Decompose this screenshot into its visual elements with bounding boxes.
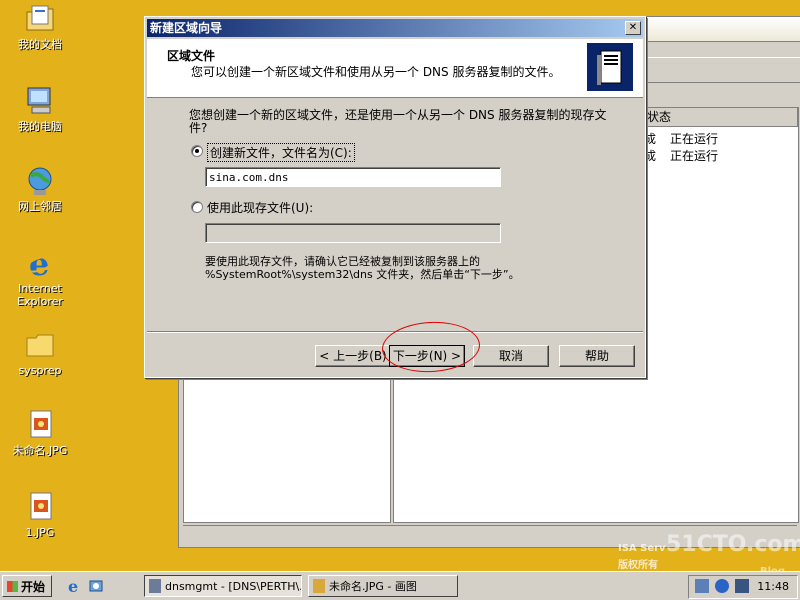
- close-button[interactable]: ✕: [625, 21, 641, 35]
- svg-text:e: e: [68, 578, 78, 594]
- desktop-icon-jpg-1[interactable]: 1.JPG: [6, 490, 74, 539]
- close-icon: ✕: [628, 22, 638, 33]
- desktop-icon-label: Internet Explorer: [17, 282, 63, 308]
- jpg-file-icon: [23, 490, 57, 524]
- dialog-title: 新建区域向导: [150, 21, 223, 35]
- new-file-name-input[interactable]: sina.com.dns: [205, 167, 501, 187]
- taskbar-item-label: dnsmgmt - [DNS\PERTH\...: [165, 580, 302, 593]
- my-computer-icon: [23, 84, 57, 118]
- clock[interactable]: 11:48: [757, 580, 789, 593]
- watermark-line1: ISA Serv: [618, 543, 666, 554]
- hint-line1: 要使用此现存文件，请确认它已经被复制到该服务器上的: [205, 255, 480, 268]
- desktop-icon-label: 我的文档: [18, 38, 62, 51]
- back-button[interactable]: < 上一步(B): [315, 345, 391, 367]
- desktop-icon-label: sysprep: [18, 364, 62, 377]
- desktop-icon-sysprep[interactable]: sysprep: [6, 328, 74, 377]
- desktop-icon-label: 网上邻居: [18, 200, 62, 213]
- console-menubar: [645, 57, 800, 83]
- ie-quicklaunch-icon[interactable]: e: [66, 577, 82, 596]
- column-header-status[interactable]: 状态: [643, 108, 798, 127]
- radio-use-existing-file-label[interactable]: 使用此现存文件(U):: [207, 199, 313, 216]
- desktop-icon-label: 未命名.JPG: [12, 444, 68, 457]
- taskbar-item-label: 未命名.JPG - 画图: [329, 580, 417, 593]
- internet-explorer-icon: e: [23, 245, 57, 283]
- radio-create-new-file-label[interactable]: 创建新文件，文件名为(C):: [207, 143, 355, 162]
- row-status: 正在运行: [670, 132, 719, 146]
- cancel-button[interactable]: 取消: [473, 345, 549, 367]
- desktop-icon-network-places[interactable]: 网上邻居: [6, 164, 74, 213]
- row-status: 正在运行: [670, 149, 719, 163]
- dialog-titlebar[interactable]: 新建区域向导 ✕: [147, 19, 643, 37]
- windows-logo-icon: [7, 581, 18, 592]
- svg-text:e: e: [29, 246, 49, 280]
- taskbar-item-dnsmgmt[interactable]: dnsmgmt - [DNS\PERTH\...: [144, 575, 302, 597]
- existing-file-hint: 要使用此现存文件，请确认它已经被复制到该服务器上的 %SystemRoot%\s…: [205, 255, 520, 281]
- start-label: 开始: [21, 580, 46, 594]
- wizard-page-subtitle: 您可以创建一个新区域文件和使用从另一个 DNS 服务器复制的文件。: [191, 65, 561, 79]
- dns-server-icon: [587, 43, 633, 91]
- desktop-icon-internet-explorer[interactable]: e Internet Explorer: [6, 245, 74, 308]
- console-tree-pane[interactable]: [183, 377, 391, 523]
- dns-console-icon: [149, 579, 161, 593]
- radio-use-existing-file[interactable]: [191, 201, 203, 213]
- existing-file-name-input[interactable]: [205, 223, 501, 243]
- explorer-quicklaunch-icon[interactable]: [88, 578, 104, 594]
- hint-line2: %SystemRoot%\system32\dns 文件夹，然后单击“下一步”。: [205, 268, 520, 281]
- system-tray: 11:48: [688, 575, 798, 599]
- folder-icon: [23, 328, 57, 362]
- tray-monitor-icon[interactable]: [735, 579, 749, 593]
- paint-icon: [313, 579, 325, 593]
- watermark-brand: 51CTO.com: [666, 532, 800, 557]
- tray-help-icon[interactable]: [715, 579, 729, 593]
- watermark-line2: 版权所有: [618, 560, 658, 571]
- new-zone-wizard-dialog: 新建区域向导 ✕ 区域文件 您可以创建一个新区域文件和使用从另一个 DNS 服务…: [144, 16, 646, 378]
- my-documents-icon: [23, 2, 57, 36]
- jpg-file-icon: [23, 408, 57, 442]
- console-toolbar: [645, 17, 800, 42]
- taskbar: 开始 e dnsmgmt - [DNS\PERTH\... 未命名.JPG - …: [0, 571, 800, 600]
- desktop-icon-jpg-unnamed[interactable]: 未命名.JPG: [6, 408, 74, 457]
- desktop-icon-my-computer[interactable]: 我的电脑: [6, 84, 74, 133]
- help-button[interactable]: 帮助: [559, 345, 635, 367]
- taskbar-item-paint[interactable]: 未命名.JPG - 画图: [308, 575, 458, 597]
- start-button[interactable]: 开始: [2, 575, 52, 597]
- desktop-icon-my-documents[interactable]: 我的文档: [6, 2, 74, 51]
- tray-network-icon[interactable]: [695, 579, 709, 593]
- network-places-icon: [23, 164, 57, 198]
- desktop-icon-label: 我的电脑: [18, 120, 62, 133]
- wizard-header: 区域文件 您可以创建一个新区域文件和使用从另一个 DNS 服务器复制的文件。: [147, 39, 643, 98]
- wizard-page-title: 区域文件: [167, 49, 216, 63]
- wizard-question: 您想创建一个新的区域文件，还是使用一个从另一个 DNS 服务器复制的现存文件?: [189, 108, 607, 135]
- desktop-icon-label: 1.JPG: [25, 526, 55, 539]
- radio-create-new-file[interactable]: [191, 145, 203, 157]
